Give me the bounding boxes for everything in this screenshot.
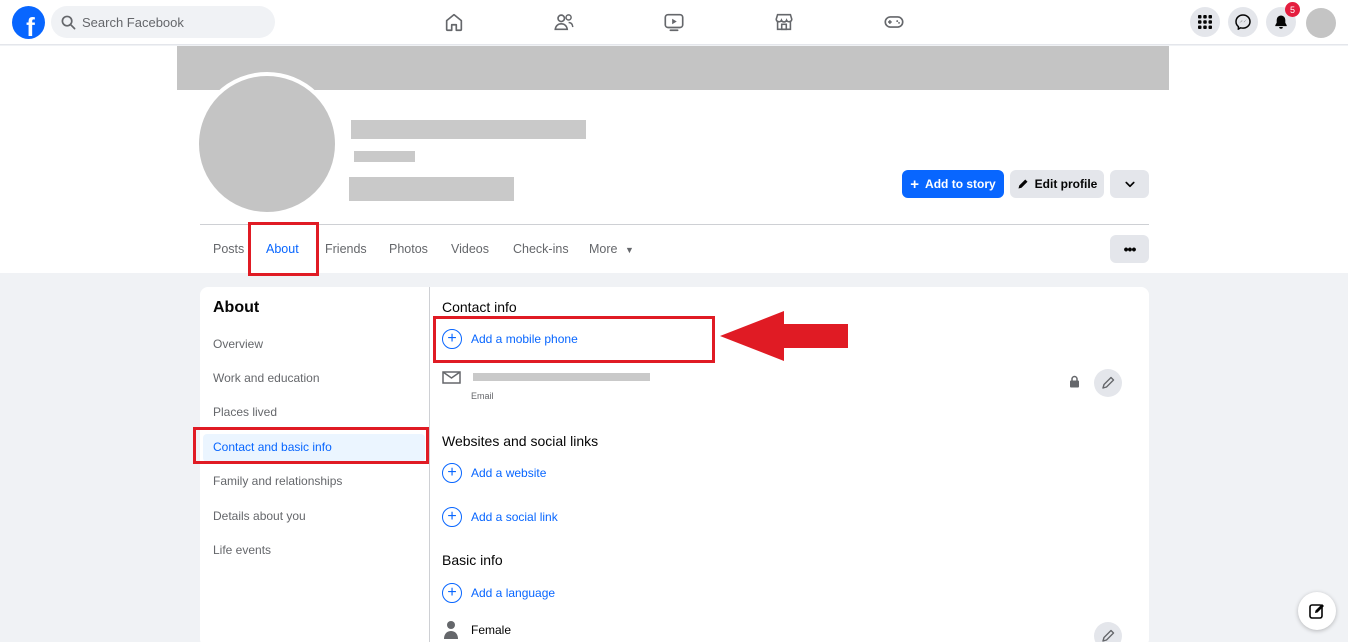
profile-header: + Add to story Edit profile Posts About … <box>0 46 1348 276</box>
top-navigation-bar: f 5 <box>0 0 1348 45</box>
friend-avatars-redacted <box>349 177 514 201</box>
tab-videos[interactable]: Videos <box>451 242 489 256</box>
search-input[interactable] <box>82 14 262 30</box>
account-avatar[interactable] <box>1306 8 1336 38</box>
ellipsis-icon: ••• <box>1123 241 1137 257</box>
pencil-icon <box>1018 179 1028 189</box>
contact-info-title: Contact info <box>442 299 517 315</box>
tab-check-ins[interactable]: Check-ins <box>513 242 569 256</box>
pencil-icon <box>1102 376 1115 389</box>
video-icon[interactable] <box>663 11 685 33</box>
email-icon <box>442 371 461 384</box>
plus-circle-icon: + <box>442 463 462 483</box>
tab-friends[interactable]: Friends <box>325 242 367 256</box>
add-phone-highlight <box>433 316 715 363</box>
red-arrow-icon <box>720 311 848 361</box>
friends-count-redacted <box>354 151 415 162</box>
header-divider <box>200 224 1149 225</box>
grid-icon <box>1198 15 1212 29</box>
marketplace-icon[interactable] <box>773 11 795 33</box>
notification-count-badge: 5 <box>1285 2 1300 17</box>
tab-photos[interactable]: Photos <box>389 242 428 256</box>
gender-value: Female <box>471 623 512 637</box>
add-website-button[interactable]: + Add a website <box>442 463 546 483</box>
add-language-button[interactable]: + Add a language <box>442 583 555 603</box>
chevron-down-icon <box>1124 181 1135 188</box>
profile-options-dropdown[interactable] <box>1110 170 1149 198</box>
sidebar-item-work-education[interactable]: Work and education <box>213 371 320 385</box>
messenger-icon <box>1235 14 1251 30</box>
facebook-logo[interactable]: f <box>12 6 45 39</box>
bell-icon <box>1275 15 1287 29</box>
profile-name-redacted <box>351 120 586 139</box>
about-title: About <box>213 299 260 316</box>
lock-icon[interactable] <box>1069 375 1080 388</box>
sidebar-item-places-lived[interactable]: Places lived <box>213 405 277 419</box>
sidebar-item-life-events[interactable]: Life events <box>213 543 271 557</box>
edit-gender-button[interactable] <box>1094 622 1122 642</box>
add-social-link-button[interactable]: + Add a social link <box>442 507 558 527</box>
email-label: Email <box>471 391 494 401</box>
home-icon[interactable] <box>443 11 465 33</box>
tab-more[interactable]: More ▼ <box>589 242 634 256</box>
search-box[interactable] <box>51 6 275 38</box>
sidebar-item-details-about-you[interactable]: Details about you <box>213 509 306 523</box>
email-value-redacted <box>473 373 650 381</box>
compose-icon <box>1309 604 1324 619</box>
edit-email-button[interactable] <box>1094 369 1122 397</box>
cover-photo[interactable] <box>177 46 1169 90</box>
about-card: About Overview Work and education Places… <box>193 287 1149 642</box>
gaming-icon[interactable] <box>883 11 905 33</box>
person-icon <box>444 621 458 639</box>
profile-picture[interactable] <box>195 72 339 216</box>
messenger-button[interactable] <box>1228 7 1258 37</box>
edit-profile-button[interactable]: Edit profile <box>1010 170 1104 198</box>
pencil-icon <box>1102 629 1115 642</box>
tab-posts[interactable]: Posts <box>213 242 244 256</box>
new-message-button[interactable] <box>1298 592 1336 630</box>
plus-circle-icon: + <box>442 583 462 603</box>
add-to-story-button[interactable]: + Add to story <box>902 170 1004 198</box>
websites-title: Websites and social links <box>442 433 599 449</box>
search-icon <box>61 15 76 29</box>
sidebar-item-family-relationships[interactable]: Family and relationships <box>213 474 342 488</box>
sidebar-item-overview[interactable]: Overview <box>213 337 263 351</box>
basic-info-title: Basic info <box>442 552 503 568</box>
more-options-button[interactable]: ••• <box>1110 235 1149 263</box>
contact-info-highlight <box>193 427 429 464</box>
plus-circle-icon: + <box>442 507 462 527</box>
caret-down-icon: ▼ <box>624 245 634 255</box>
about-card-divider <box>429 287 430 642</box>
about-tab-highlight <box>248 222 319 276</box>
plus-icon: + <box>910 175 920 193</box>
menu-grid-button[interactable] <box>1190 7 1220 37</box>
notifications-button[interactable]: 5 <box>1266 2 1300 37</box>
friends-icon[interactable] <box>553 11 575 33</box>
